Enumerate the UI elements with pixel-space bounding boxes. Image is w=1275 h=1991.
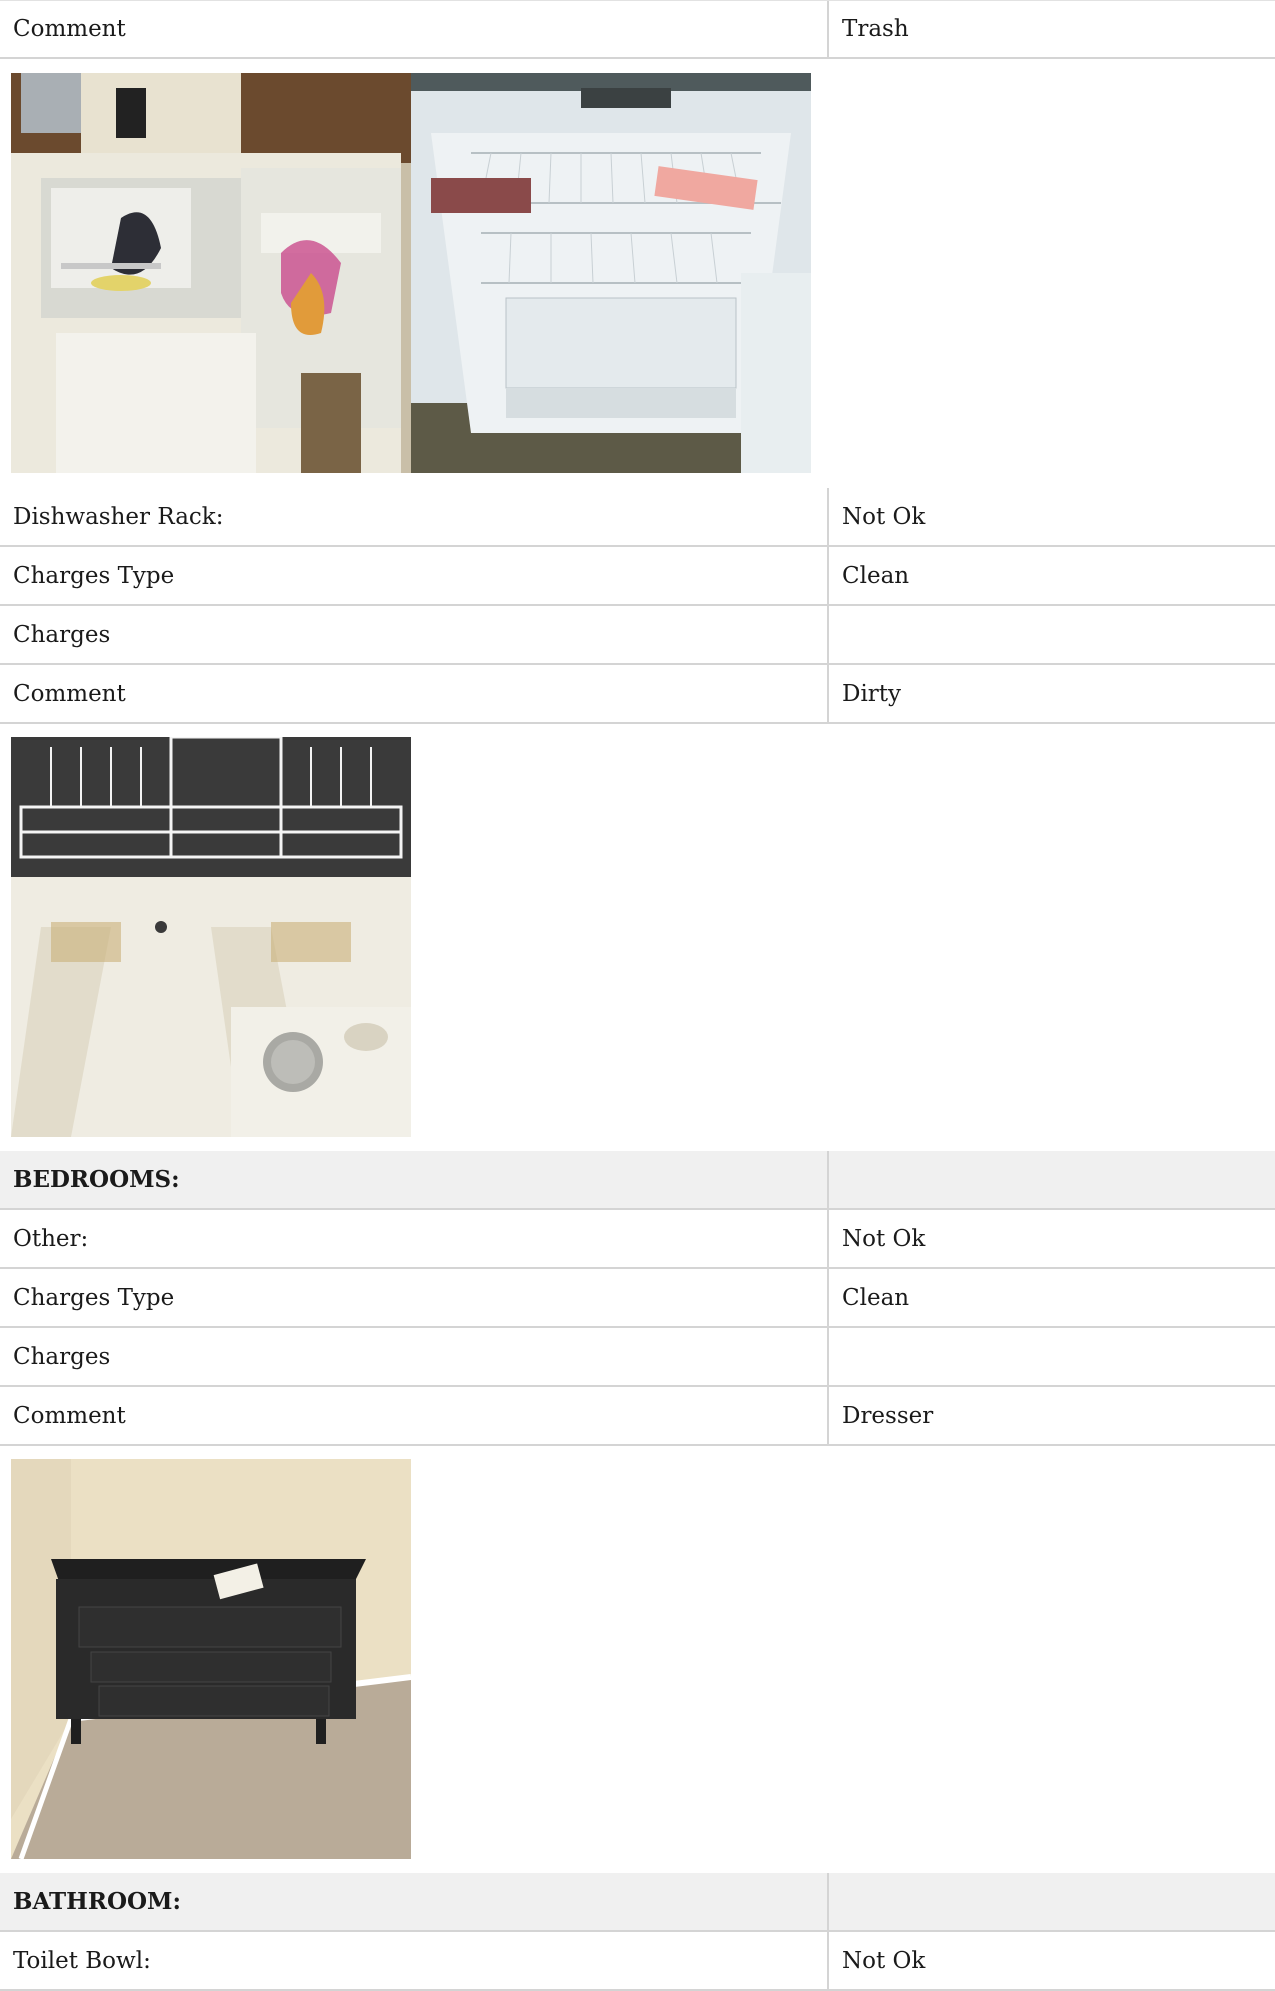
row-value — [829, 1151, 1275, 1208]
table-row: Charges — [0, 1328, 1275, 1387]
row-value: Not Ok — [842, 1225, 926, 1252]
row-label: Other: — [0, 1210, 829, 1267]
freezer-photo[interactable] — [11, 73, 411, 473]
section-title: BATHROOM: — [0, 1873, 829, 1930]
photo-gallery — [11, 73, 811, 473]
row-value: Clean — [842, 562, 910, 589]
table-row: Toilet Bowl: Not Ok — [0, 1932, 1275, 1991]
table-row: Comment Trash — [0, 0, 1275, 59]
section-header: BEDROOMS: — [0, 1151, 1275, 1210]
row-label: Comment — [0, 1, 829, 57]
photo-gallery — [11, 1459, 411, 1859]
row-value — [829, 1873, 1275, 1930]
row-label: Charges Type — [0, 547, 829, 604]
row-value: Trash — [842, 16, 909, 42]
row-label: Charges Type — [0, 1269, 829, 1326]
row-value: Dresser — [842, 1402, 934, 1429]
inspection-report: Comment Trash Dishwasher Rack: Not Ok Ch… — [0, 0, 1275, 1991]
row-label: Charges — [0, 1328, 829, 1385]
row-value: Not Ok — [842, 1947, 926, 1974]
row-value — [829, 1328, 1275, 1385]
table-row: Charges — [0, 606, 1275, 665]
table-row: Comment Dresser — [0, 1387, 1275, 1446]
photo-gallery — [11, 737, 411, 1137]
dresser-photo[interactable] — [11, 1459, 411, 1859]
dishwasher-photo[interactable] — [11, 737, 411, 1137]
row-value — [829, 606, 1275, 663]
table-row: Dishwasher Rack: Not Ok — [0, 488, 1275, 547]
table-row: Other: Not Ok — [0, 1210, 1275, 1269]
section-title: BEDROOMS: — [0, 1151, 829, 1208]
section-header: BATHROOM: — [0, 1873, 1275, 1932]
row-label: Toilet Bowl: — [0, 1932, 829, 1989]
row-value: Not Ok — [842, 503, 926, 530]
table-row: Charges Type Clean — [0, 547, 1275, 606]
table-row: Comment Dirty — [0, 665, 1275, 724]
row-label: Comment — [0, 1387, 829, 1444]
row-label: Comment — [0, 665, 829, 722]
refrigerator-photo[interactable] — [411, 73, 811, 473]
row-value: Dirty — [842, 680, 902, 707]
row-label: Charges — [0, 606, 829, 663]
table-row: Charges Type Clean — [0, 1269, 1275, 1328]
row-value: Clean — [842, 1284, 910, 1311]
row-label: Dishwasher Rack: — [0, 488, 829, 545]
